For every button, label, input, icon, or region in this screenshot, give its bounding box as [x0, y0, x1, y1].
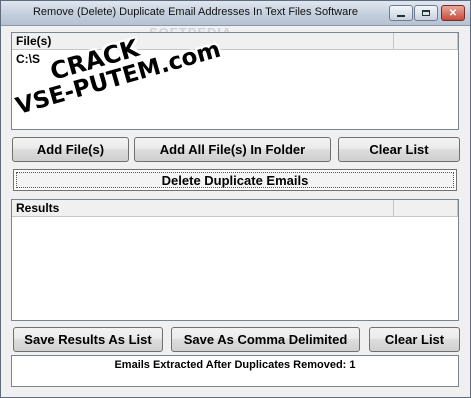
results-column-header[interactable]: Results [12, 200, 394, 216]
close-button[interactable]: ✕ [441, 5, 465, 21]
results-column-header-empty[interactable] [394, 200, 458, 216]
delete-duplicate-emails-button[interactable]: Delete Duplicate Emails [16, 172, 454, 188]
status-panel: Emails Extracted After Duplicates Remove… [11, 355, 459, 387]
maximize-icon [422, 10, 430, 16]
delete-duplicates-frame: Delete Duplicate Emails [13, 169, 457, 191]
add-all-files-in-folder-button[interactable]: Add All File(s) In Folder [134, 137, 331, 162]
results-list-header: Results [12, 200, 458, 217]
title-bar[interactable]: Remove (Delete) Duplicate Email Addresse… [1, 1, 470, 26]
status-text: Emails Extracted After Duplicates Remove… [114, 359, 356, 371]
files-column-header[interactable]: File(s) [12, 33, 394, 49]
minimize-icon [397, 15, 405, 17]
close-icon: ✕ [448, 7, 458, 19]
results-listview[interactable]: Results [11, 199, 459, 321]
minimize-button[interactable] [389, 5, 413, 21]
files-column-header-empty[interactable] [394, 33, 458, 49]
add-files-button[interactable]: Add File(s) [12, 137, 129, 162]
clear-results-list-button[interactable]: Clear List [369, 327, 460, 352]
file-list-item[interactable]: C:\S [16, 52, 40, 66]
app-window: Remove (Delete) Duplicate Email Addresse… [0, 0, 471, 398]
maximize-button[interactable] [414, 5, 438, 21]
save-results-as-list-button[interactable]: Save Results As List [13, 327, 163, 352]
window-title: Remove (Delete) Duplicate Email Addresse… [32, 6, 359, 18]
save-as-comma-delimited-button[interactable]: Save As Comma Delimited [171, 327, 360, 352]
files-list-header: File(s) [12, 33, 458, 50]
clear-files-list-button[interactable]: Clear List [338, 137, 460, 162]
files-listview[interactable]: File(s) C:\S [11, 32, 459, 130]
